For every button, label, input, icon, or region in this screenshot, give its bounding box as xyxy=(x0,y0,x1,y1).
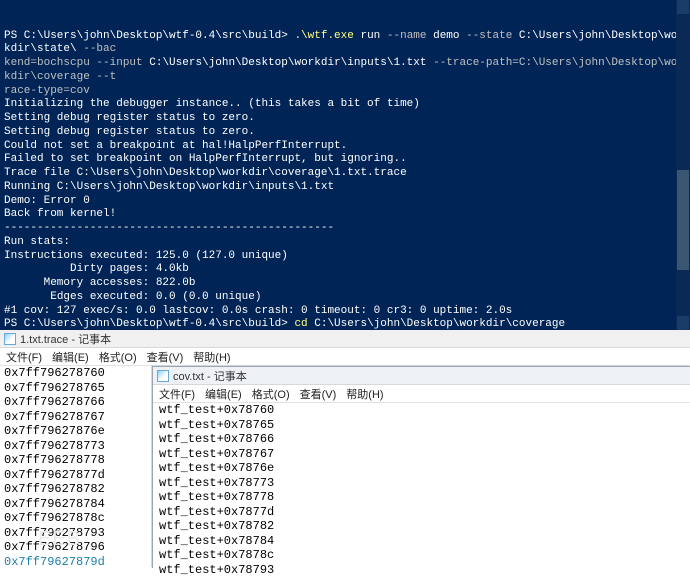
address-line: 0x7ff796278773 xyxy=(4,439,105,454)
terminal-line: PS C:\Users\john\Desktop\wtf-0.4\src\bui… xyxy=(4,30,686,58)
address-line: 0x7ff796278766 xyxy=(4,395,105,410)
coverage-line: wtf_test+0x7877d xyxy=(159,505,274,520)
terminal-line: Instructions executed: 125.0 (127.0 uniq… xyxy=(4,250,686,264)
coverage-line: wtf_test+0x78760 xyxy=(159,403,274,418)
notepad-cov-menubar[interactable]: 文件(F) 编辑(E) 格式(O) 查看(V) 帮助(H) xyxy=(153,385,690,403)
notepad-cov-window[interactable]: cov.txt - 记事本 文件(F)编辑(E)格式(O)查看(V)帮助(H) … xyxy=(152,366,690,568)
address-line: 0x7ff796278778 xyxy=(4,453,105,468)
menu-item[interactable]: 文件(F) xyxy=(6,349,42,365)
notepad-icon xyxy=(157,370,169,382)
notepad-trace-title: 1.txt.trace - 记事本 xyxy=(20,331,111,347)
coverage-line: wtf_test+0x78765 xyxy=(159,418,274,433)
terminal-line: PS C:\Users\john\Desktop\wtf-0.4\src\bui… xyxy=(4,318,686,330)
address-line: 0x7ff796278767 xyxy=(4,410,105,425)
address-line: 0x7ff79627878c xyxy=(4,511,105,526)
notepad-trace-titlebar[interactable]: 1.txt.trace - 记事本 xyxy=(0,330,690,348)
coverage-line: wtf_test+0x78782 xyxy=(159,519,274,534)
address-line: 0x7ff796278793 xyxy=(4,526,105,541)
terminal-line: Edges executed: 0.0 (0.0 unique) xyxy=(4,291,686,305)
menu-item[interactable]: 编辑(E) xyxy=(205,386,242,402)
trace-address-list[interactable]: 0x7ff7962787600x7ff7962787650x7ff7962787… xyxy=(4,366,105,569)
terminal-line: Setting debug register status to zero. xyxy=(4,112,686,126)
notepad-cov-title: cov.txt - 记事本 xyxy=(173,368,247,384)
menu-item[interactable]: 帮助(H) xyxy=(193,349,230,365)
terminal-line: Could not set a breakpoint at hal!HalpPe… xyxy=(4,140,686,154)
terminal-output: PS C:\Users\john\Desktop\wtf-0.4\src\bui… xyxy=(4,30,686,331)
address-line: 0x7ff796278765 xyxy=(4,381,105,396)
terminal-scrollbar[interactable] xyxy=(676,0,690,330)
coverage-line: wtf_test+0x7876e xyxy=(159,461,274,476)
address-line: 0x7ff796278760 xyxy=(4,366,105,381)
address-line: 0x7ff796278784 xyxy=(4,497,105,512)
terminal-line: Trace file C:\Users\john\Desktop\workdir… xyxy=(4,167,686,181)
coverage-line: wtf_test+0x78773 xyxy=(159,476,274,491)
lower-pane: 1.txt.trace - 记事本 文件(F) 编辑(E) 格式(O) 查看(V) 帮助… xyxy=(0,330,690,568)
menu-item[interactable]: 编辑(E) xyxy=(52,349,89,365)
notepad-trace-window[interactable]: 1.txt.trace - 记事本 文件(F) 编辑(E) 格式(O) 查看(V) 帮助… xyxy=(0,330,690,366)
coverage-line: wtf_test+0x7878c xyxy=(159,548,274,563)
scrollbar-thumb[interactable] xyxy=(677,170,689,270)
notepad-icon xyxy=(4,333,16,345)
coverage-line: wtf_test+0x78767 xyxy=(159,447,274,462)
terminal-line: Setting debug register status to zero. xyxy=(4,126,686,140)
menu-item[interactable]: 查看(V) xyxy=(300,386,337,402)
menu-item[interactable]: 文件(F) xyxy=(159,386,195,402)
scrollbar-up-arrow[interactable] xyxy=(677,0,689,14)
address-line: 0x7ff79627877d xyxy=(4,468,105,483)
coverage-line: wtf_test+0x78784 xyxy=(159,534,274,549)
menu-item[interactable]: 格式(O) xyxy=(252,386,290,402)
terminal-line: race-type=cov xyxy=(4,85,686,99)
scrollbar-down-arrow[interactable] xyxy=(677,316,689,330)
menu-item[interactable]: 格式(O) xyxy=(99,349,137,365)
terminal-line: kend=bochscpu --input C:\Users\john\Desk… xyxy=(4,57,686,85)
terminal-line: Back from kernel! xyxy=(4,208,686,222)
terminal-line: Running C:\Users\john\Desktop\workdir\in… xyxy=(4,181,686,195)
notepad-cov-titlebar[interactable]: cov.txt - 记事本 xyxy=(153,367,690,385)
terminal-line: Memory accesses: 822.0b xyxy=(4,277,686,291)
address-line: 0x7ff79627879d xyxy=(4,555,105,570)
address-line: 0x7ff796278796 xyxy=(4,540,105,555)
terminal-line: Run stats: xyxy=(4,236,686,250)
address-line: 0x7ff796278782 xyxy=(4,482,105,497)
terminal-line: Dirty pages: 4.0kb xyxy=(4,263,686,277)
terminal-line: ----------------------------------------… xyxy=(4,222,686,236)
terminal-line: Initializing the debugger instance.. (th… xyxy=(4,98,686,112)
coverage-list[interactable]: wtf_test+0x78760wtf_test+0x78765wtf_test… xyxy=(159,403,274,577)
coverage-line: wtf_test+0x78766 xyxy=(159,432,274,447)
menu-item[interactable]: 查看(V) xyxy=(147,349,184,365)
coverage-line: wtf_test+0x78778 xyxy=(159,490,274,505)
notepad-trace-menubar[interactable]: 文件(F) 编辑(E) 格式(O) 查看(V) 帮助(H) xyxy=(0,348,690,366)
powershell-terminal[interactable]: PS C:\Users\john\Desktop\wtf-0.4\src\bui… xyxy=(0,0,690,330)
terminal-line: #1 cov: 127 exec/s: 0.0 lastcov: 0.0s cr… xyxy=(4,305,686,319)
terminal-line: Failed to set breakpoint on HalpPerfInte… xyxy=(4,153,686,167)
coverage-line: wtf_test+0x78793 xyxy=(159,563,274,577)
address-line: 0x7ff79627876e xyxy=(4,424,105,439)
terminal-line: Demo: Error 0 xyxy=(4,195,686,209)
menu-item[interactable]: 帮助(H) xyxy=(346,386,383,402)
